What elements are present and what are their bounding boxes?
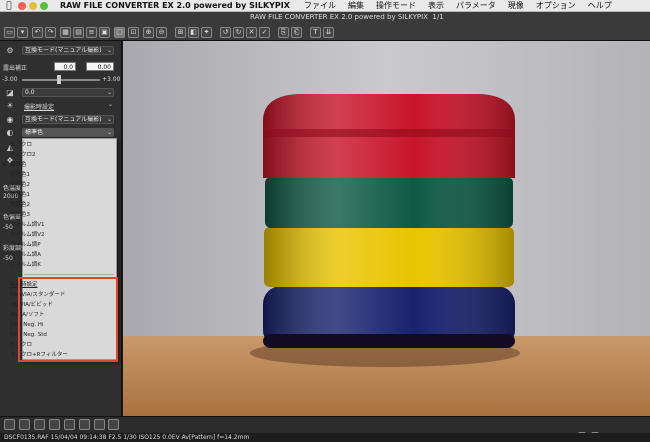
edit-icon[interactable]: [4, 419, 15, 430]
paste-params-icon[interactable]: ⎗: [291, 27, 302, 38]
app-name-menu[interactable]: RAW FILE CONVERTER EX 2.0 powered by SIL…: [60, 1, 290, 10]
full-view-icon[interactable]: ▣: [99, 27, 110, 38]
menu-help[interactable]: ヘルプ: [588, 0, 612, 11]
photo-preview: [123, 41, 650, 416]
dropdown-item[interactable]: モノクロ2: [0, 150, 95, 160]
status-bar: DSCF0135.RAF 15/04/04 09:14:38 F2.5 1/30…: [0, 433, 650, 442]
white-balance-icon[interactable]: ☀: [5, 101, 15, 111]
image-viewer[interactable]: [123, 41, 650, 416]
zoom-out-icon[interactable]: ⊖: [156, 27, 167, 38]
taste-mode-select[interactable]: 互換モード(マニュアル撮影) ⌄: [22, 46, 114, 55]
close-window-button[interactable]: [18, 2, 26, 10]
contrast-icon[interactable]: ◐: [5, 128, 15, 138]
window-title: RAW FILE CONVERTER EX 2.0 powered by SIL…: [250, 13, 444, 21]
minimize-window-button[interactable]: [29, 2, 37, 10]
mark-icon[interactable]: ✓: [259, 27, 270, 38]
dropdown-item[interactable]: 記憶色2: [0, 180, 95, 190]
exposure-slider-thumb[interactable]: [57, 75, 61, 84]
exposure-tool-icon[interactable]: ◪: [5, 88, 15, 98]
preview-view-icon[interactable]: ▤: [73, 27, 84, 38]
fit-icon[interactable]: ⊡: [128, 27, 139, 38]
comment-icon[interactable]: [19, 419, 30, 430]
develop-icon[interactable]: T: [310, 27, 321, 38]
wb-select[interactable]: 0.0 ⌄: [22, 88, 114, 97]
film-sim-section-label: 撮影時設定: [24, 104, 55, 111]
color-select[interactable]: 標準色 ⌄: [22, 128, 114, 137]
open-folder-icon[interactable]: ▭: [4, 27, 15, 38]
film-sim-mode-select[interactable]: 互換モード(マニュアル撮影) ⌄: [22, 115, 114, 124]
info-icon[interactable]: [64, 419, 75, 430]
menu-option[interactable]: オプション: [536, 0, 576, 11]
menu-view[interactable]: 表示: [428, 0, 444, 11]
crop-icon[interactable]: [94, 419, 105, 430]
menu-bar:  RAW FILE CONVERTER EX 2.0 powered by S…: [0, 0, 650, 12]
dropdown-item[interactable]: フィルム調K: [0, 260, 95, 270]
color-mode-icon[interactable]: ◉: [5, 115, 15, 125]
compare-icon[interactable]: ◧: [188, 27, 199, 38]
list-view-icon[interactable]: ≡: [86, 27, 97, 38]
dropdown-item[interactable]: 記憶色1: [0, 170, 95, 180]
slider-min-label: -3.00: [2, 76, 18, 83]
dropdown-item[interactable]: フィルム調V2: [0, 230, 95, 240]
redo-icon[interactable]: ↷: [45, 27, 56, 38]
menu-operation-mode[interactable]: 操作モード: [376, 0, 416, 11]
dropdown-item[interactable]: モノクロ: [0, 140, 95, 150]
trash-icon[interactable]: ✕: [246, 27, 257, 38]
dropdown-item[interactable]: 美肌色1: [0, 190, 95, 200]
navigator-icon[interactable]: [49, 419, 60, 430]
dropdown-item[interactable]: 美肌色2: [0, 200, 95, 210]
copy-params-icon[interactable]: ⎘: [278, 27, 289, 38]
exposure-label: 露出補正: [3, 65, 28, 72]
undo-icon[interactable]: ↶: [32, 27, 43, 38]
batch-develop-icon[interactable]: ⇊: [323, 27, 334, 38]
dropdown-item-checked[interactable]: 標準色: [0, 160, 95, 170]
menu-file[interactable]: ファイル: [304, 0, 336, 11]
apple-icon[interactable]: : [2, 1, 16, 11]
rating-icon[interactable]: ✦: [201, 27, 212, 38]
layout-icon[interactable]: [108, 419, 119, 430]
dropdown-item[interactable]: フィルム調A: [0, 250, 95, 260]
zoom-window-button[interactable]: [40, 2, 48, 10]
menu-parameter[interactable]: パラメータ: [456, 0, 496, 11]
rotate-left-icon[interactable]: ↺: [220, 27, 231, 38]
single-view-icon[interactable]: □: [114, 27, 125, 38]
loupe-icon[interactable]: [79, 419, 90, 430]
status-text: DSCF0135.RAF 15/04/04 09:14:38 F2.5 1/30…: [4, 434, 250, 441]
zoom-in-icon[interactable]: ⊕: [143, 27, 154, 38]
page-indicator: 1/1: [432, 13, 444, 21]
dropdown-item[interactable]: フィルム調V1: [0, 220, 95, 230]
grid-icon[interactable]: ⊞: [175, 27, 186, 38]
histogram-icon[interactable]: [34, 419, 45, 430]
highlight-box: [18, 277, 118, 362]
menu-edit[interactable]: 編集: [348, 0, 364, 11]
exposure-value: 0.0: [54, 62, 76, 71]
dropdown-item[interactable]: 美肌色3: [0, 210, 95, 220]
menu-develop[interactable]: 現像: [508, 0, 524, 11]
thumbnail-view-icon[interactable]: ▦: [60, 27, 71, 38]
dropdown-divider: [24, 274, 114, 275]
gear-icon[interactable]: ⚙: [5, 46, 15, 56]
save-icon[interactable]: ▾: [17, 27, 28, 38]
exposure-slider[interactable]: [22, 79, 100, 81]
slider-max-label: +3.00: [102, 76, 121, 83]
exposure-input[interactable]: 0.00: [86, 62, 114, 71]
dropdown-item[interactable]: フィルム調P: [0, 240, 95, 250]
wb-select-arrow[interactable]: ⌄: [80, 101, 114, 110]
rotate-right-icon[interactable]: ↻: [233, 27, 244, 38]
